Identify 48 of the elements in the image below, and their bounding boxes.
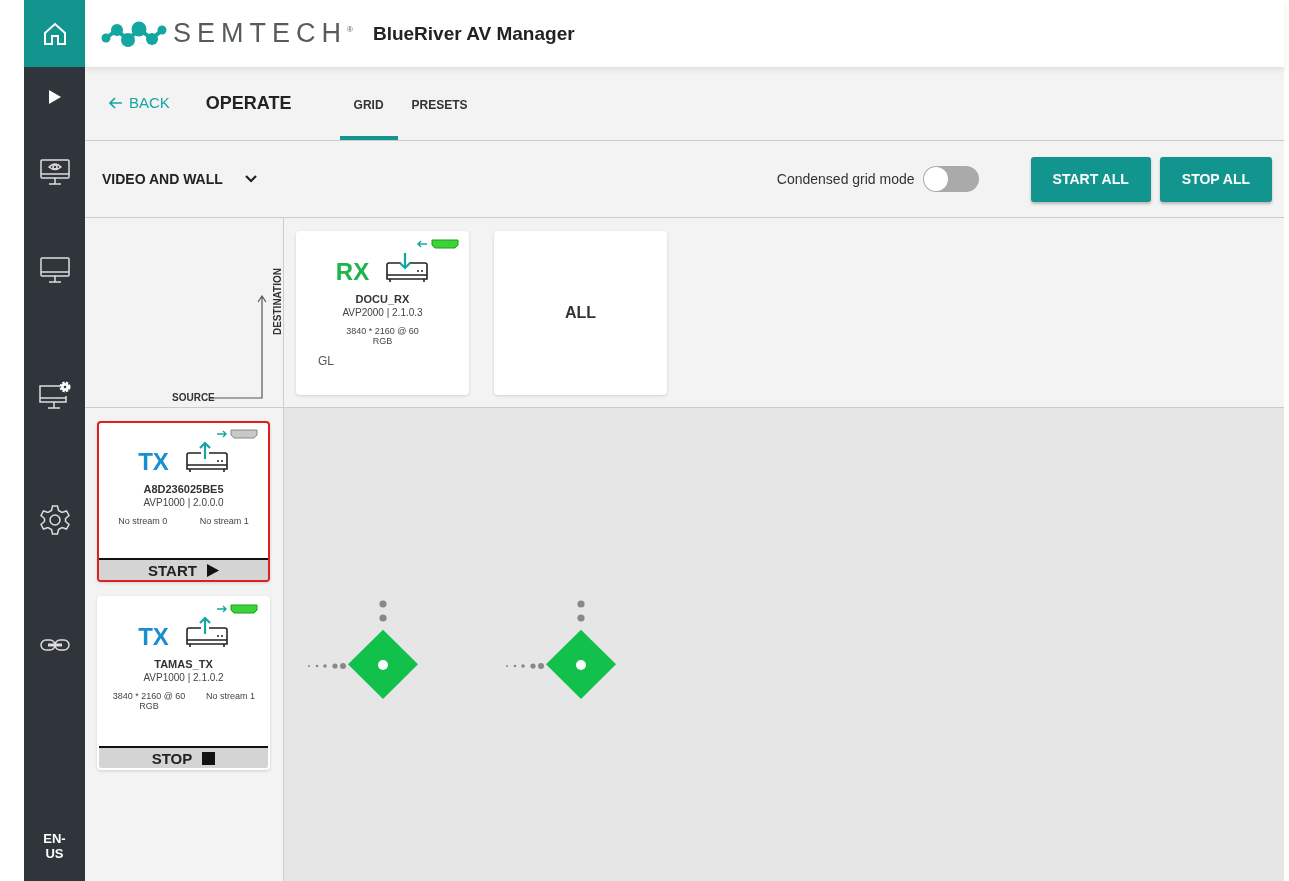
page-title: OPERATE xyxy=(205,93,292,114)
link-icon xyxy=(38,636,71,653)
play-icon xyxy=(206,563,219,577)
device-tag: GL xyxy=(318,354,334,368)
tab[interactable]: PRESETS xyxy=(397,67,482,140)
device-model: AVP1000 | 2.0.0.0 xyxy=(143,497,224,508)
transmitter-device-icon xyxy=(184,441,229,475)
receiver-device-icon xyxy=(385,251,430,285)
device-type: TX xyxy=(138,624,169,650)
view-dropdown[interactable]: VIDEO AND WALL xyxy=(102,171,257,187)
arrow-left-icon xyxy=(109,96,123,109)
language-selector[interactable]: EN-US xyxy=(39,831,70,861)
home-icon xyxy=(41,20,68,47)
stream-info: No stream 1 xyxy=(205,691,255,703)
chevron-down-icon xyxy=(244,175,257,183)
stream-info: No stream 1 xyxy=(199,516,249,526)
device-type: RX xyxy=(335,259,370,285)
monitor-icon xyxy=(38,255,71,284)
action-button[interactable]: START ALL xyxy=(1030,156,1151,202)
toggle-switch[interactable] xyxy=(922,166,979,192)
toggle-label: Condensed grid mode xyxy=(776,171,915,187)
axis-label: DESTINATION xyxy=(272,268,283,336)
device-model: AVP1000 | 2.1.0.2 xyxy=(143,672,224,683)
settings-icon xyxy=(38,503,71,536)
play-icon xyxy=(47,89,62,105)
action-button[interactable]: STOP ALL xyxy=(1159,156,1272,202)
stop-button[interactable]: STOP xyxy=(99,746,268,768)
device-name: DOCU_RX xyxy=(355,293,410,305)
start-button[interactable]: START xyxy=(99,558,268,580)
app-title: BlueRiver AV Manager xyxy=(372,22,575,45)
device-type: TX xyxy=(138,449,169,475)
device-card[interactable]: TX TAMAS_TX AVP1000 | 2.1.0.2 3840 * 2160 @ 60 RGB No stream 1 STOP xyxy=(97,596,270,770)
device-name: A8D236025BE5 xyxy=(143,483,224,495)
transmitter-device-icon xyxy=(184,616,229,650)
monitor-eye-icon xyxy=(38,158,71,186)
device-name: TAMAS_TX xyxy=(154,658,213,670)
device-model: AVP2000 | 2.1.0.3 xyxy=(342,307,423,318)
stream-info: 3840 * 2160 @ 60 RGB xyxy=(345,326,420,346)
stop-icon xyxy=(202,751,216,765)
brand-logo: SEMTECH$^{®}$ xyxy=(173,18,353,49)
device-card[interactable]: RX DOCU_RX AVP2000 | 2.1.0.3 3840 * 2160 @ 60 RGB GL xyxy=(296,231,469,395)
tab[interactable]: GRID xyxy=(339,67,398,140)
axis-label: SOURCE xyxy=(172,392,215,403)
all-card[interactable]: ALL xyxy=(494,231,667,395)
stream-info: 3840 * 2160 @ 60 RGB xyxy=(112,691,186,711)
stream-info: No stream 0 xyxy=(118,516,168,526)
device-card[interactable]: TX A8D236025BE5 AVP1000 | 2.0.0.0 No stream 0 No stream 1 START xyxy=(97,421,270,582)
monitor-settings-icon xyxy=(37,379,72,410)
